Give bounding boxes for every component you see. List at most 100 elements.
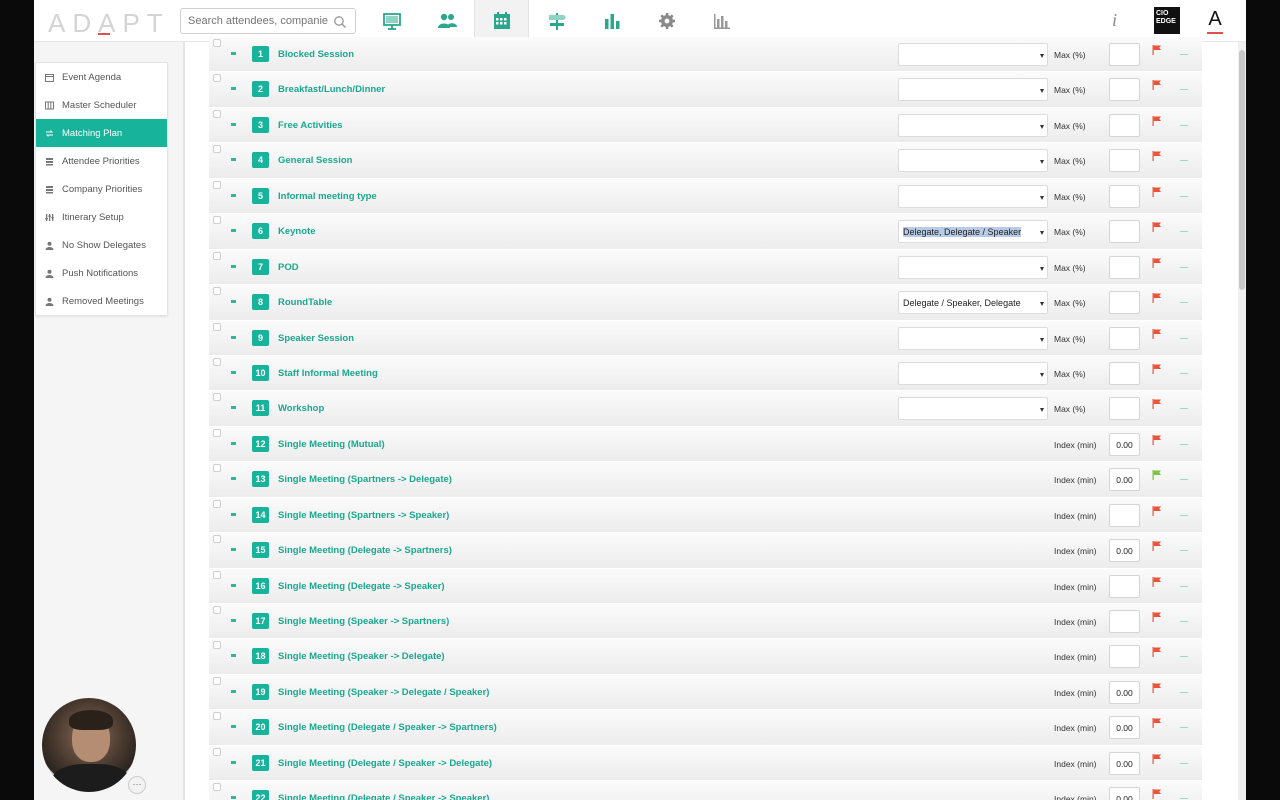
attendee-type-select[interactable] <box>898 397 1048 421</box>
row-checkbox[interactable] <box>213 676 221 685</box>
remove-row-icon[interactable] <box>1180 762 1188 764</box>
attendee-type-select[interactable]: Delegate, Delegate / Speaker <box>898 220 1048 244</box>
limit-value-input[interactable] <box>1109 503 1140 527</box>
webcam-more-button[interactable]: ··· <box>128 776 146 794</box>
sidebar-item-attendee-priorities[interactable]: Attendee Priorities <box>36 147 167 175</box>
limit-value-input[interactable] <box>1109 574 1140 598</box>
meeting-type-name[interactable]: Single Meeting (Delegate / Speaker -> De… <box>278 758 492 769</box>
drag-handle-icon[interactable] <box>231 264 236 268</box>
meeting-type-name[interactable]: Informal meeting type <box>278 191 377 202</box>
drag-handle-icon[interactable] <box>231 477 236 481</box>
drag-handle-icon[interactable] <box>231 796 236 800</box>
limit-value-input[interactable]: 0.00 <box>1109 539 1140 563</box>
row-checkbox[interactable] <box>213 109 221 118</box>
row-checkbox[interactable] <box>213 322 221 331</box>
flag-icon[interactable] <box>1151 328 1163 340</box>
meeting-type-name[interactable]: Blocked Session <box>278 49 354 60</box>
drag-handle-icon[interactable] <box>231 512 236 516</box>
remove-row-icon[interactable] <box>1180 479 1188 481</box>
limit-value-input[interactable] <box>1109 326 1140 350</box>
flag-icon[interactable] <box>1151 717 1163 729</box>
meeting-type-name[interactable]: Single Meeting (Delegate -> Spartners) <box>278 545 452 556</box>
remove-row-icon[interactable] <box>1180 89 1188 91</box>
remove-row-icon[interactable] <box>1180 302 1188 304</box>
attendee-type-select[interactable] <box>898 184 1048 208</box>
remove-row-icon[interactable] <box>1180 160 1188 162</box>
limit-value-input[interactable] <box>1109 78 1140 102</box>
limit-value-input[interactable] <box>1109 361 1140 385</box>
drag-handle-icon[interactable] <box>231 122 236 126</box>
remove-row-icon[interactable] <box>1180 798 1188 800</box>
limit-value-input[interactable]: 0.00 <box>1109 432 1140 456</box>
flag-icon[interactable] <box>1151 292 1163 304</box>
drag-handle-icon[interactable] <box>231 689 236 693</box>
attendee-type-select[interactable] <box>898 255 1048 279</box>
remove-row-icon[interactable] <box>1180 656 1188 658</box>
drag-handle-icon[interactable] <box>231 654 236 658</box>
row-checkbox[interactable] <box>213 145 221 154</box>
flag-icon[interactable] <box>1151 363 1163 375</box>
row-checkbox[interactable] <box>213 180 221 189</box>
remove-row-icon[interactable] <box>1180 54 1188 55</box>
drag-handle-icon[interactable] <box>231 760 236 764</box>
flag-icon[interactable] <box>1151 115 1163 127</box>
remove-row-icon[interactable] <box>1180 621 1188 622</box>
meeting-type-name[interactable]: Speaker Session <box>278 333 354 344</box>
drag-handle-icon[interactable] <box>231 335 236 339</box>
search-input[interactable] <box>188 13 328 29</box>
scrollbar-thumb[interactable] <box>1239 50 1245 290</box>
flag-icon[interactable] <box>1151 576 1163 588</box>
meeting-type-name[interactable]: RoundTable <box>278 297 332 308</box>
row-checkbox[interactable] <box>213 357 221 366</box>
row-checkbox[interactable] <box>213 535 221 544</box>
meeting-type-name[interactable]: Keynote <box>278 226 315 237</box>
limit-value-input[interactable] <box>1109 43 1140 66</box>
remove-row-icon[interactable] <box>1180 691 1188 693</box>
flag-icon[interactable] <box>1151 505 1163 517</box>
sidebar-item-no-show-delegates[interactable]: No Show Delegates <box>36 231 167 259</box>
row-checkbox[interactable] <box>213 606 221 614</box>
drag-handle-icon[interactable] <box>231 229 236 233</box>
limit-value-input[interactable] <box>1109 397 1140 421</box>
remove-row-icon[interactable] <box>1180 231 1188 233</box>
attendee-type-select[interactable] <box>898 361 1048 385</box>
drag-handle-icon[interactable] <box>231 441 236 445</box>
info-button[interactable]: i <box>1112 10 1117 31</box>
flag-icon[interactable] <box>1151 79 1163 91</box>
nav-tab-reports[interactable] <box>694 0 749 42</box>
meeting-type-name[interactable]: Free Activities <box>278 120 343 131</box>
drag-handle-icon[interactable] <box>231 583 236 587</box>
drag-handle-icon[interactable] <box>231 52 236 55</box>
meeting-type-name[interactable]: Single Meeting (Speaker -> Delegate / Sp… <box>278 687 489 698</box>
sidebar-item-removed-meetings[interactable]: Removed Meetings <box>36 287 167 315</box>
row-checkbox[interactable] <box>213 570 221 579</box>
remove-row-icon[interactable] <box>1180 550 1188 552</box>
flag-icon[interactable] <box>1151 469 1163 481</box>
meeting-type-name[interactable]: Single Meeting (Speaker -> Delegate) <box>278 651 445 662</box>
remove-row-icon[interactable] <box>1180 124 1188 126</box>
attendee-type-select[interactable] <box>898 43 1048 66</box>
row-checkbox[interactable] <box>213 39 221 47</box>
client-logo[interactable]: CIO EDGE <box>1154 7 1180 34</box>
remove-row-icon[interactable] <box>1180 727 1188 729</box>
user-avatar[interactable]: A <box>1204 8 1226 34</box>
flag-icon[interactable] <box>1151 44 1163 56</box>
meeting-type-name[interactable]: Single Meeting (Mutual) <box>278 439 385 450</box>
meeting-type-name[interactable]: Breakfast/Lunch/Dinner <box>278 84 385 95</box>
drag-handle-icon[interactable] <box>231 619 236 622</box>
flag-icon[interactable] <box>1151 221 1163 233</box>
flag-icon[interactable] <box>1151 150 1163 162</box>
limit-value-input[interactable]: 0.00 <box>1109 787 1140 800</box>
drag-handle-icon[interactable] <box>231 406 236 410</box>
limit-value-input[interactable]: 0.00 <box>1109 468 1140 492</box>
remove-row-icon[interactable] <box>1180 266 1188 268</box>
row-checkbox[interactable] <box>213 428 221 437</box>
nav-tab-signpost[interactable] <box>529 0 584 42</box>
limit-value-input[interactable] <box>1109 255 1140 279</box>
drag-handle-icon[interactable] <box>231 548 236 552</box>
meeting-type-name[interactable]: POD <box>278 262 299 273</box>
attendee-type-select[interactable] <box>898 149 1048 173</box>
flag-icon[interactable] <box>1151 434 1163 446</box>
attendee-type-select[interactable] <box>898 78 1048 102</box>
limit-value-input[interactable] <box>1109 113 1140 137</box>
